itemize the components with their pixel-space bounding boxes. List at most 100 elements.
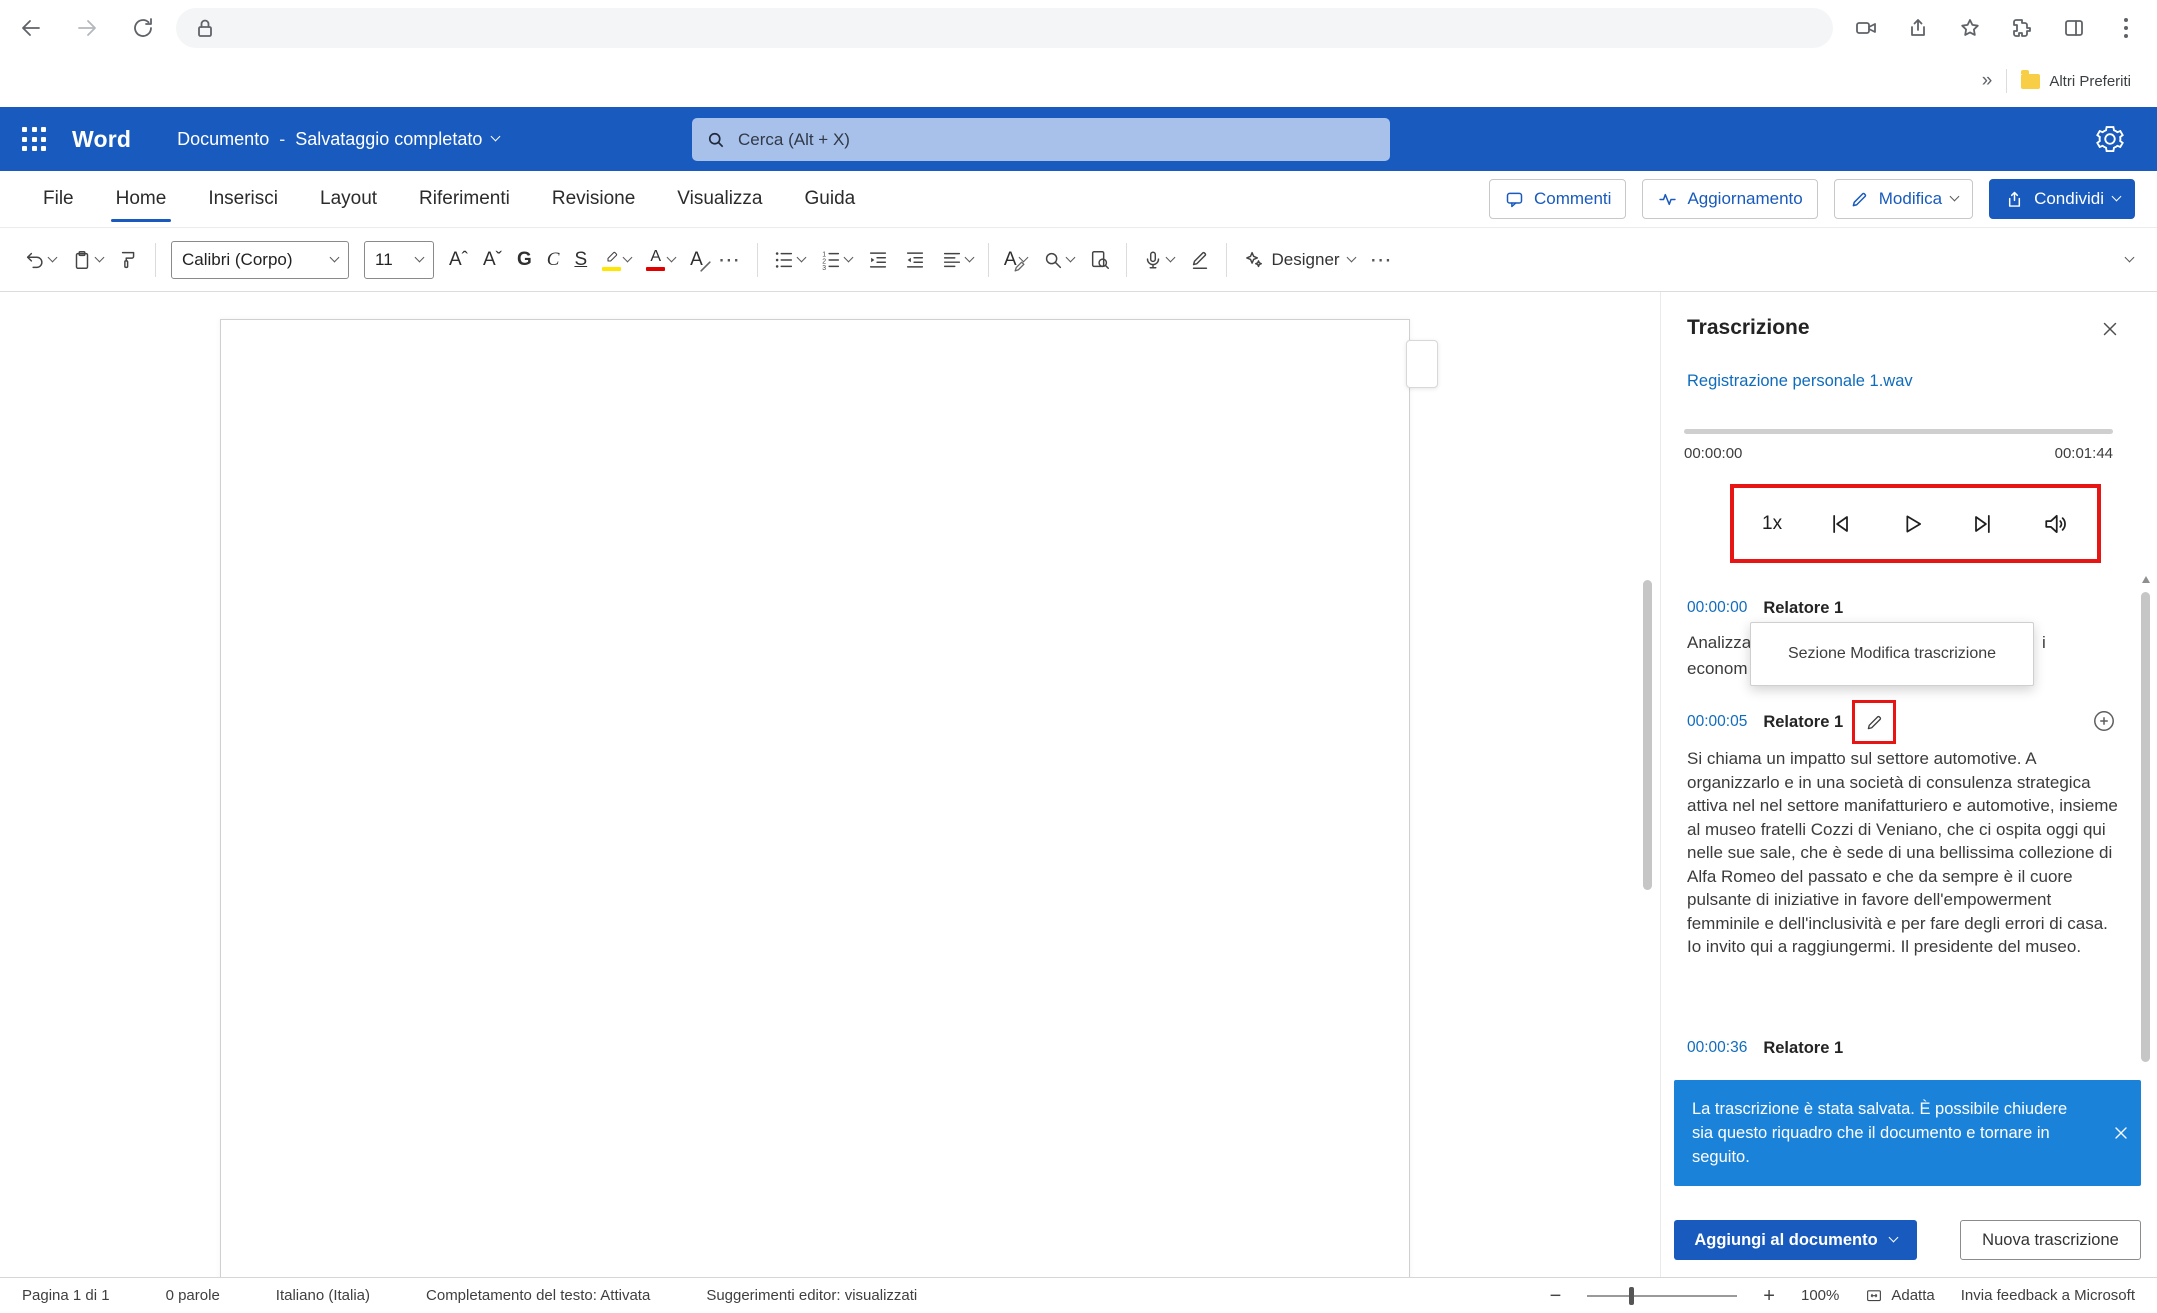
- tab-file[interactable]: File: [22, 171, 95, 227]
- document-scrollbar[interactable]: [1643, 580, 1652, 890]
- chevron-down-icon[interactable]: [48, 252, 58, 262]
- new-transcription-button[interactable]: Nuova trascrizione: [1960, 1220, 2141, 1260]
- forward-icon[interactable]: [74, 15, 100, 41]
- add-section-plus-icon[interactable]: [2091, 708, 2117, 734]
- comments-button[interactable]: Commenti: [1489, 179, 1626, 219]
- volume-icon[interactable]: [2041, 510, 2069, 538]
- search-input[interactable]: [738, 130, 1376, 150]
- skip-back-icon[interactable]: [1826, 510, 1854, 538]
- clear-format-button[interactable]: A: [690, 250, 703, 270]
- chevron-down-icon[interactable]: [1165, 252, 1175, 262]
- scrollbar-up-arrow[interactable]: [2142, 576, 2150, 583]
- grow-font-button[interactable]: Aˆ: [449, 250, 468, 269]
- chevron-down-icon[interactable]: [843, 252, 853, 262]
- play-icon[interactable]: [1898, 510, 1926, 538]
- bookmark-star-icon[interactable]: [1957, 15, 1983, 41]
- share-icon[interactable]: [1905, 15, 1931, 41]
- tab-inserisci[interactable]: Inserisci: [187, 171, 299, 227]
- chevron-down-icon[interactable]: [796, 252, 806, 262]
- numbering-button[interactable]: 123: [820, 249, 852, 271]
- reload-icon[interactable]: [130, 15, 156, 41]
- tab-visualizza[interactable]: Visualizza: [656, 171, 783, 227]
- text-completion-status[interactable]: Completamento del testo: Attivata: [426, 1287, 650, 1304]
- update-button[interactable]: Aggiornamento: [1642, 179, 1817, 219]
- tab-layout[interactable]: Layout: [299, 171, 398, 227]
- share-button[interactable]: Condividi: [1989, 179, 2135, 219]
- zoom-in-button[interactable]: +: [1763, 1286, 1775, 1306]
- app-launcher-icon[interactable]: [22, 127, 46, 151]
- zoom-slider[interactable]: [1587, 1295, 1737, 1297]
- notice-close-icon[interactable]: [2111, 1123, 2131, 1143]
- document-title[interactable]: Documento - Salvataggio completato: [177, 129, 499, 150]
- tab-riferimenti[interactable]: Riferimenti: [398, 171, 531, 227]
- page-count[interactable]: Pagina 1 di 1: [22, 1287, 110, 1304]
- zoom-out-button[interactable]: −: [1550, 1286, 1562, 1306]
- skip-forward-icon[interactable]: [1969, 510, 1997, 538]
- indent-button[interactable]: [904, 249, 926, 271]
- dictate-button[interactable]: [1142, 249, 1174, 271]
- extensions-icon[interactable]: [2009, 15, 2035, 41]
- outdent-button[interactable]: [867, 249, 889, 271]
- back-icon[interactable]: [18, 15, 44, 41]
- undo-button[interactable]: [24, 249, 56, 271]
- editor-suggestions-status[interactable]: Suggerimenti editor: visualizzati: [706, 1287, 917, 1304]
- language[interactable]: Italiano (Italia): [276, 1287, 370, 1304]
- document-page[interactable]: [220, 319, 1410, 1277]
- find-replace-button[interactable]: [1089, 249, 1111, 271]
- word-count[interactable]: 0 parole: [166, 1287, 220, 1304]
- tab-home[interactable]: Home: [95, 171, 188, 227]
- recording-file-link[interactable]: Registrazione personale 1.wav: [1687, 372, 1913, 391]
- zoom-slider-thumb[interactable]: [1629, 1287, 1634, 1305]
- styles-button[interactable]: A: [1004, 250, 1027, 270]
- tab-revisione[interactable]: Revisione: [531, 171, 656, 227]
- panel-scrollbar[interactable]: [2141, 592, 2150, 1062]
- other-favorites-folder[interactable]: Altri Preferiti: [2021, 73, 2131, 90]
- search-box[interactable]: [692, 118, 1390, 161]
- chevron-down-icon[interactable]: [667, 252, 677, 262]
- playback-speed-button[interactable]: 1x: [1762, 513, 1782, 535]
- chevron-down-icon[interactable]: [1065, 252, 1075, 262]
- designer-button[interactable]: Designer: [1242, 249, 1355, 271]
- chevron-down-icon[interactable]: [95, 252, 105, 262]
- address-bar[interactable]: [176, 8, 1833, 48]
- settings-gear-icon[interactable]: [2095, 124, 2125, 154]
- comment-card-sliver[interactable]: [1406, 340, 1438, 388]
- font-size-select[interactable]: 11: [364, 241, 434, 279]
- align-button[interactable]: [941, 249, 973, 271]
- chevron-down-icon[interactable]: [623, 252, 633, 262]
- chevron-down-icon[interactable]: [1346, 252, 1356, 262]
- feedback-link[interactable]: Invia feedback a Microsoft: [1961, 1287, 2135, 1304]
- editor-button[interactable]: [1189, 249, 1211, 271]
- browser-menu-icon[interactable]: [2113, 15, 2139, 41]
- edit-transcript-pencil-icon[interactable]: [1859, 707, 1889, 737]
- entry-timestamp[interactable]: 00:00:36: [1687, 1039, 1747, 1057]
- font-color-button[interactable]: A: [646, 249, 675, 271]
- edit-mode-button[interactable]: Modifica: [1834, 179, 1973, 219]
- entry-timestamp[interactable]: 00:00:00: [1687, 599, 1747, 617]
- bold-button[interactable]: G: [517, 250, 532, 269]
- tab-guida[interactable]: Guida: [784, 171, 877, 227]
- video-call-icon[interactable]: [1853, 15, 1879, 41]
- close-icon[interactable]: [2099, 318, 2121, 340]
- more-commands-button[interactable]: ⋯: [1370, 247, 1394, 273]
- paste-button[interactable]: [71, 249, 103, 271]
- playback-progress-bar[interactable]: [1684, 429, 2113, 434]
- chevron-down-icon[interactable]: [491, 132, 501, 142]
- entry-timestamp[interactable]: 00:00:05: [1687, 713, 1747, 731]
- collapse-ribbon-chevron[interactable]: [2125, 252, 2135, 262]
- format-painter-button[interactable]: [118, 249, 140, 271]
- underline-button[interactable]: S: [574, 250, 587, 269]
- fit-width-button[interactable]: Adatta: [1865, 1287, 1934, 1305]
- shrink-font-button[interactable]: Aˇ: [483, 250, 502, 269]
- find-button[interactable]: [1042, 249, 1074, 271]
- zoom-level[interactable]: 100%: [1801, 1287, 1839, 1304]
- side-panel-icon[interactable]: [2061, 15, 2087, 41]
- more-formatting-button[interactable]: ⋯: [718, 247, 742, 273]
- highlight-button[interactable]: [602, 249, 631, 271]
- bullets-button[interactable]: [773, 249, 805, 271]
- chevron-down-icon[interactable]: [964, 252, 974, 262]
- italic-button[interactable]: C: [547, 250, 560, 269]
- font-name-select[interactable]: Calibri (Corpo): [171, 241, 349, 279]
- bookmarks-overflow-chevron[interactable]: »: [1982, 70, 1993, 92]
- add-to-document-button[interactable]: Aggiungi al documento: [1674, 1220, 1917, 1260]
